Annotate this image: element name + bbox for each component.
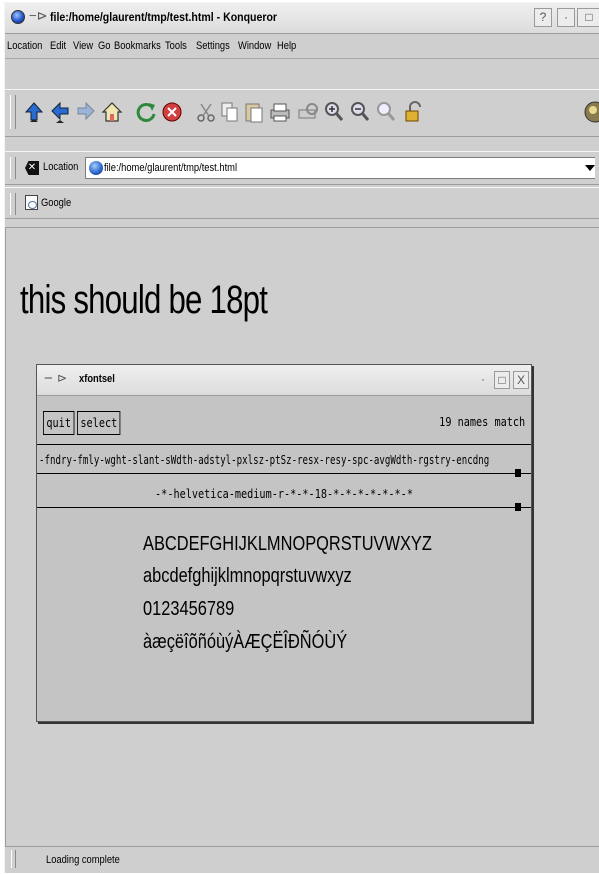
toolbar-handle[interactable] bbox=[10, 95, 16, 129]
print-preview-icon[interactable] bbox=[297, 100, 319, 124]
xfontsel-title: xfontsel bbox=[79, 373, 115, 385]
zoom-icon[interactable] bbox=[375, 100, 397, 124]
xfontsel-title-bar[interactable]: − ⊳ xfontsel · □ X bbox=[37, 365, 531, 396]
page-globe-icon bbox=[89, 161, 103, 175]
clear-location-icon[interactable]: ✕ bbox=[25, 161, 39, 175]
menu-settings[interactable]: Settings bbox=[196, 40, 230, 52]
scroll-marker[interactable] bbox=[515, 469, 521, 477]
menu-window[interactable]: Window bbox=[238, 40, 271, 52]
konqueror-window: −⊳ file:/home/glaurent/tmp/test.html - K… bbox=[4, 2, 599, 873]
bookmark-toolbar-handle[interactable] bbox=[10, 193, 16, 215]
xfontsel-maximize-button[interactable]: □ bbox=[494, 371, 510, 389]
stop-icon[interactable] bbox=[161, 100, 183, 124]
page-heading: this should be 18pt bbox=[20, 278, 268, 322]
reload-icon[interactable] bbox=[135, 100, 157, 124]
status-text: Loading complete bbox=[46, 854, 120, 866]
bookmark-google[interactable]: Google bbox=[41, 197, 71, 209]
scroll-marker[interactable] bbox=[515, 503, 521, 511]
location-input[interactable] bbox=[104, 160, 478, 176]
konqueror-globe-icon[interactable] bbox=[11, 10, 25, 24]
location-toolbar: ✕ Location bbox=[5, 151, 599, 185]
zoom-out-icon[interactable] bbox=[349, 100, 371, 124]
main-toolbar bbox=[5, 89, 599, 137]
divider bbox=[37, 473, 531, 474]
location-toolbar-handle[interactable] bbox=[10, 157, 16, 179]
window-title: file:/home/glaurent/tmp/test.html - Konq… bbox=[50, 10, 278, 24]
shade-icon[interactable]: − bbox=[44, 370, 53, 387]
sample-uppercase: ABCDEFGHIJKLMNOPQRSTUVWXYZ bbox=[143, 533, 432, 555]
bookmark-toolbar: Google bbox=[5, 187, 599, 219]
cut-icon[interactable] bbox=[195, 100, 217, 124]
lock-icon[interactable] bbox=[403, 100, 425, 124]
match-count: 19 names match bbox=[439, 415, 525, 429]
location-field[interactable] bbox=[85, 157, 595, 179]
field-pattern-menu[interactable]: -fndry-fmly-wght-slant-sWdth-adstyl-pxls… bbox=[39, 453, 489, 467]
title-bar[interactable]: −⊳ file:/home/glaurent/tmp/test.html - K… bbox=[5, 3, 599, 34]
selected-font-name: -*-helvetica-medium-r-*-*-18-*-*-*-*-*-*… bbox=[155, 487, 413, 501]
quit-button[interactable]: quit bbox=[43, 411, 75, 435]
help-button[interactable]: ? bbox=[534, 8, 552, 27]
divider bbox=[37, 507, 531, 508]
select-button[interactable]: select bbox=[77, 411, 121, 435]
bookmark-page-icon[interactable] bbox=[25, 195, 38, 210]
print-icon[interactable] bbox=[269, 100, 291, 124]
status-grip[interactable] bbox=[11, 850, 16, 868]
menu-location[interactable]: Location bbox=[7, 40, 42, 52]
menu-bar: Location Edit View Go Bookmarks Tools Se… bbox=[5, 34, 599, 59]
xfontsel-minimize-button[interactable]: · bbox=[475, 371, 491, 389]
menu-bookmarks[interactable]: Bookmarks bbox=[114, 40, 161, 52]
sample-digits: 0123456789 bbox=[143, 598, 235, 620]
menu-help[interactable]: Help bbox=[277, 40, 296, 52]
pin-icon[interactable]: −⊳ bbox=[29, 8, 47, 24]
chevron-down-icon[interactable] bbox=[585, 165, 595, 171]
up-arrow-icon[interactable] bbox=[23, 100, 45, 124]
xfontsel-window: − ⊳ xfontsel · □ X quit select 19 names … bbox=[36, 364, 532, 722]
menu-view[interactable]: View bbox=[73, 40, 93, 52]
status-bar: Loading complete bbox=[5, 846, 599, 873]
zoom-in-icon[interactable] bbox=[323, 100, 345, 124]
copy-icon[interactable] bbox=[219, 100, 241, 124]
back-arrow-icon[interactable] bbox=[49, 100, 71, 124]
minimize-button[interactable]: · bbox=[557, 8, 575, 27]
forward-arrow-icon[interactable] bbox=[75, 100, 97, 124]
page-view[interactable]: this should be 18pt − ⊳ xfontsel · □ X q… bbox=[5, 227, 599, 847]
divider bbox=[37, 444, 531, 445]
sample-accented: àæçëîõñóùýÀÆÇËÎÐÑÓÙÝ bbox=[143, 631, 348, 653]
pin-icon[interactable]: ⊳ bbox=[57, 371, 67, 385]
menu-edit[interactable]: Edit bbox=[50, 40, 66, 52]
menu-tools[interactable]: Tools bbox=[165, 40, 187, 52]
home-icon[interactable] bbox=[101, 100, 123, 124]
paste-icon[interactable] bbox=[243, 100, 265, 124]
xfontsel-close-button[interactable]: X bbox=[513, 371, 529, 389]
maximize-button[interactable]: □ bbox=[577, 8, 599, 27]
menu-go[interactable]: Go bbox=[98, 40, 110, 52]
throbber-icon bbox=[581, 100, 599, 124]
sample-lowercase: abcdefghijklmnopqrstuvwxyz bbox=[143, 565, 352, 587]
location-label: Location bbox=[43, 161, 79, 173]
